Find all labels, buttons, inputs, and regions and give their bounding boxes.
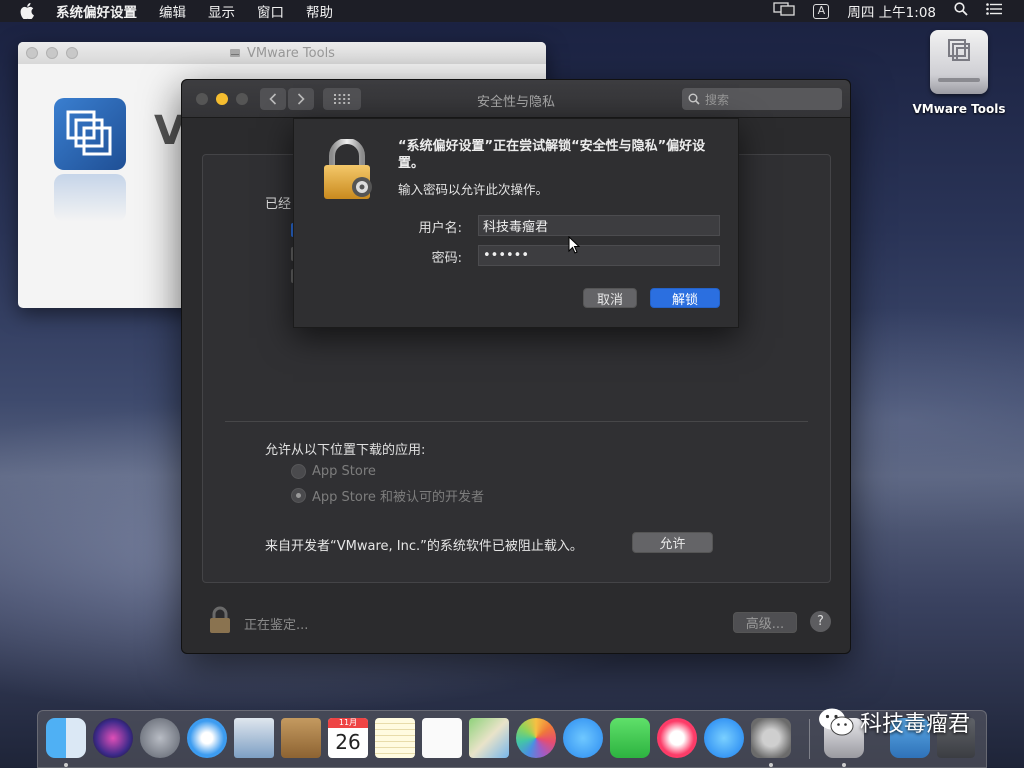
vmware-window-title: VMware Tools <box>247 45 335 61</box>
desktop-vmware-tools-volume[interactable]: VMware Tools <box>912 30 1006 116</box>
password-label: 密码: <box>431 251 462 266</box>
disk-icon <box>229 47 241 59</box>
help-button[interactable]: ? <box>810 611 831 632</box>
radio-label: App Store 和被认可的开发者 <box>312 490 485 505</box>
vmware-logo-reflection <box>54 174 126 222</box>
close-button[interactable] <box>26 47 38 59</box>
allow-downloads-label: 允许从以下位置下载的应用: <box>265 443 426 458</box>
notes-icon[interactable] <box>375 718 415 758</box>
menu-edit[interactable]: 编辑 <box>159 1 186 21</box>
auth-message: “系统偏好设置”正在尝试解锁“安全性与隐私”偏好设置。 <box>398 139 706 171</box>
search-icon <box>688 93 700 105</box>
facetime-icon[interactable] <box>610 718 650 758</box>
vmware-logo-icon <box>54 98 126 170</box>
messages-icon[interactable] <box>563 718 603 758</box>
password-field[interactable]: •••••• <box>478 245 720 266</box>
vmware-window-titlebar[interactable]: VMware Tools <box>18 42 546 64</box>
spotlight-search-icon[interactable] <box>954 2 968 20</box>
finder-icon[interactable] <box>46 718 86 758</box>
radio-button-selected[interactable] <box>291 488 306 503</box>
mouse-cursor-icon <box>568 235 581 258</box>
username-field[interactable]: 科技毒瘤君 <box>478 215 720 236</box>
section-divider <box>225 421 808 422</box>
watermark: 科技毒瘤君 <box>818 706 970 738</box>
apple-icon[interactable] <box>20 3 34 19</box>
music-icon[interactable] <box>657 718 697 758</box>
advanced-button[interactable]: 高级... <box>733 612 797 633</box>
blocked-software-message: 来自开发者“VMware, Inc.”的系统软件已被阻止载入。 <box>265 539 583 554</box>
input-source-badge[interactable]: A <box>813 3 830 19</box>
running-indicator <box>842 763 846 767</box>
watermark-text: 科技毒瘤君 <box>860 712 971 737</box>
authenticating-status: 正在鉴定... <box>244 618 309 633</box>
siri-icon[interactable] <box>93 718 133 758</box>
reminders-icon[interactable] <box>422 718 462 758</box>
minimize-button[interactable] <box>46 47 58 59</box>
photos-icon[interactable] <box>516 718 556 758</box>
padlock-icon <box>320 138 376 205</box>
safari-icon[interactable] <box>187 718 227 758</box>
contacts-icon[interactable] <box>281 718 321 758</box>
radio-label: App Store <box>312 464 376 479</box>
auth-sub-message: 输入密码以允许此次操作。 <box>398 182 549 197</box>
authentication-dialog[interactable]: “系统偏好设置”正在尝试解锁“安全性与隐私”偏好设置。 输入密码以允许此次操作。… <box>293 118 739 328</box>
search-field[interactable]: 搜索 <box>682 88 842 110</box>
menu-help[interactable]: 帮助 <box>306 1 333 21</box>
screen-mirroring-icon[interactable] <box>773 2 796 20</box>
desktop-icon-label: VMware Tools <box>912 102 1006 116</box>
allow-button[interactable]: 允许 <box>632 532 713 553</box>
cancel-button[interactable]: 取消 <box>583 288 637 308</box>
calendar-icon[interactable]: 11月 26 <box>328 718 368 758</box>
maps-icon[interactable] <box>469 718 509 758</box>
wechat-icon <box>819 708 854 736</box>
system-preferences-icon[interactable] <box>751 718 791 758</box>
partially-hidden-label: 已经 <box>265 197 292 212</box>
unlock-button[interactable]: 解锁 <box>650 288 720 308</box>
launchpad-icon[interactable] <box>140 718 180 758</box>
menu-app-name[interactable]: 系统偏好设置 <box>56 1 137 21</box>
running-indicator <box>769 763 773 767</box>
search-placeholder: 搜索 <box>705 92 730 107</box>
calendar-day: 26 <box>335 730 361 754</box>
calendar-month: 11月 <box>328 718 368 728</box>
radio-button[interactable] <box>291 464 306 479</box>
radio-app-store[interactable]: App Store <box>291 464 376 479</box>
dock-separator <box>809 719 810 759</box>
menu-window[interactable]: 窗口 <box>257 1 284 21</box>
prefs-titlebar[interactable]: 安全性与隐私 搜索 <box>182 80 850 118</box>
zoom-button[interactable] <box>66 47 78 59</box>
mail-icon[interactable] <box>234 718 274 758</box>
disk-volume-icon <box>930 30 988 94</box>
menu-clock[interactable]: 周四 上午1:08 <box>847 1 936 21</box>
lock-icon[interactable] <box>208 606 232 638</box>
radio-app-store-and-developers[interactable]: App Store 和被认可的开发者 <box>291 486 484 505</box>
notification-center-icon[interactable] <box>986 3 1002 19</box>
running-indicator <box>64 763 68 767</box>
menu-view[interactable]: 显示 <box>208 1 235 21</box>
menu-bar: 系统偏好设置 编辑 显示 窗口 帮助 A 周四 上午1:08 <box>0 0 1024 22</box>
window-controls <box>26 47 78 59</box>
app-store-icon[interactable] <box>704 718 744 758</box>
username-label: 用户名: <box>418 221 462 236</box>
